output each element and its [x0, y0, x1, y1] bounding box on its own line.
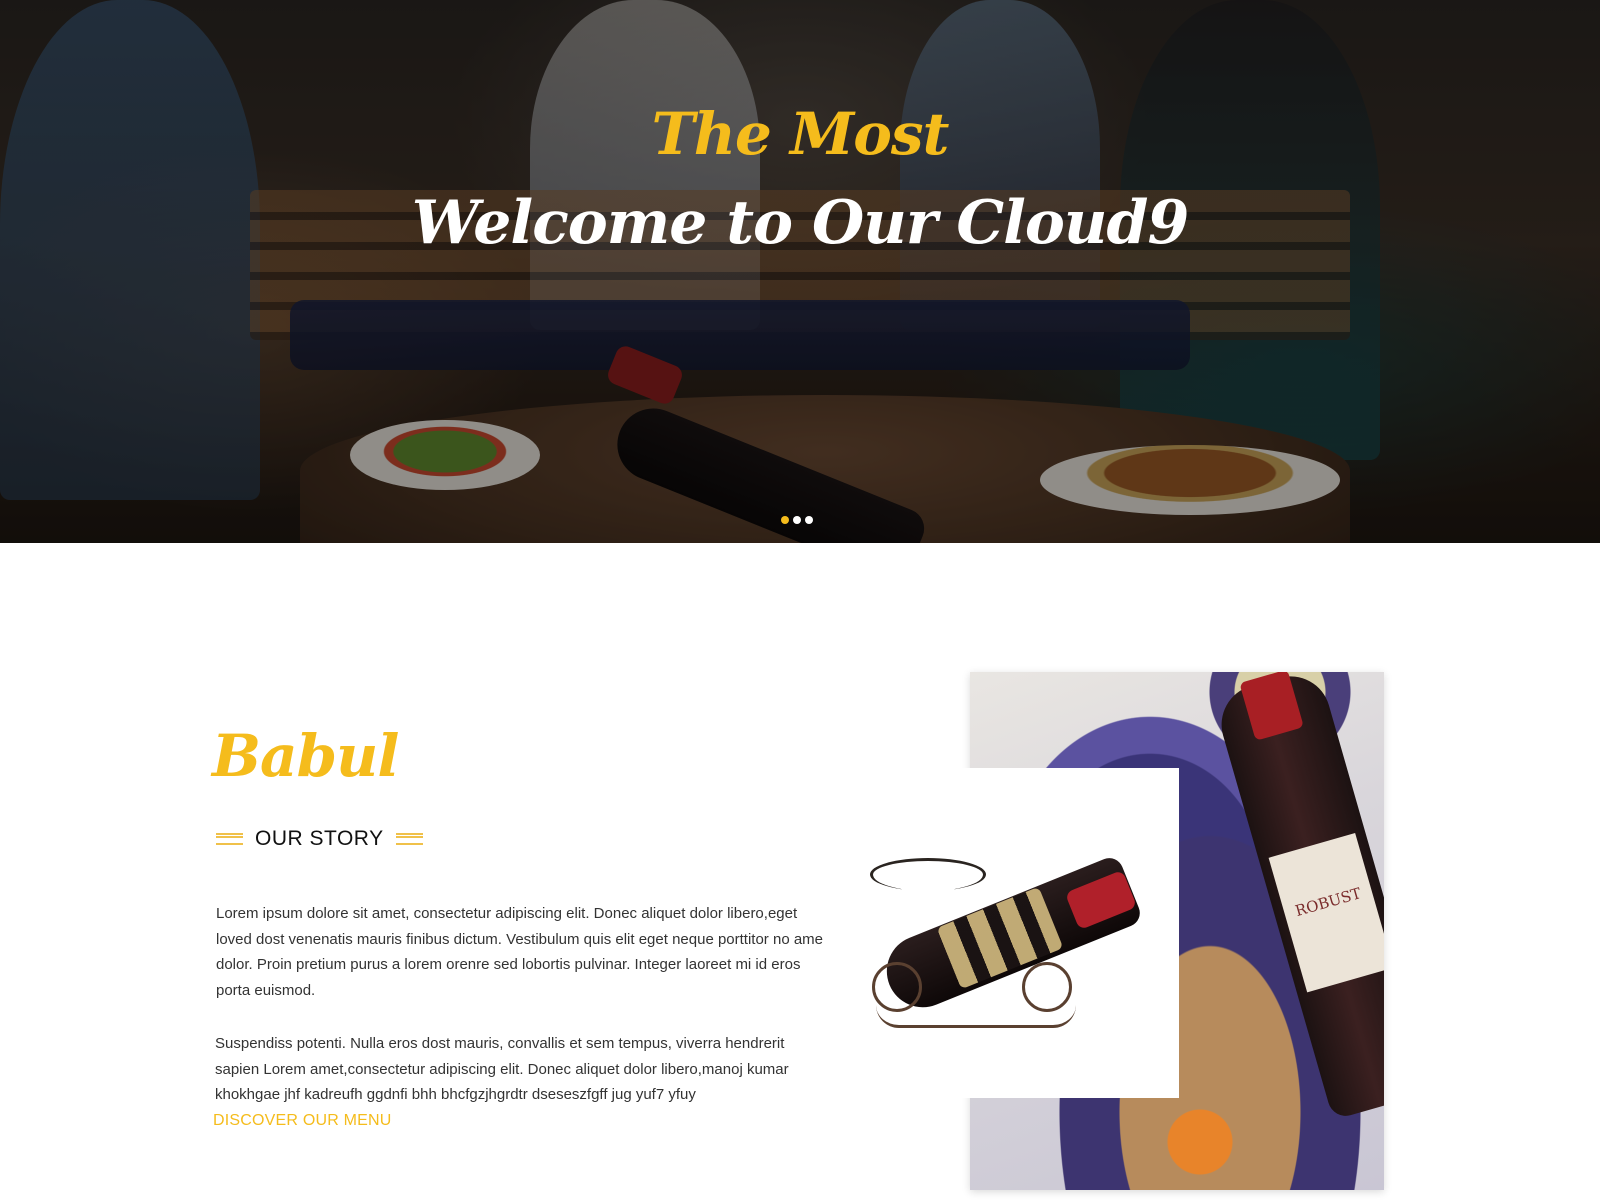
hero-title-top: The Most [651, 100, 950, 168]
story-heading-text: OUR STORY [255, 827, 384, 850]
slider-dot-1[interactable] [781, 516, 789, 524]
wine-rack-coil [870, 858, 986, 891]
hero-dark-overlay [0, 0, 1600, 543]
discover-menu-link[interactable]: DISCOVER OUR MENU [213, 1112, 392, 1130]
story-heading: OUR STORY [216, 825, 423, 853]
wine-label-text: ROBUST [1293, 884, 1364, 921]
brand-title: Babul [212, 722, 399, 790]
wine-bottle-image: ROBUST [1212, 672, 1384, 1121]
heading-decoration-left [216, 833, 243, 845]
hero-slider: The Most Welcome to Our Cloud9 [0, 0, 1600, 543]
wine-bottle-label: ROBUST [1268, 833, 1384, 993]
slider-dot-3[interactable] [805, 516, 813, 524]
heading-decoration-right [395, 833, 423, 845]
wine-bottle-cap [1239, 672, 1304, 741]
hero-title-main: Welcome to Our Cloud9 [411, 188, 1189, 258]
wine-rack-base [876, 1005, 1076, 1028]
story-paragraph-2: Suspendiss potenti. Nulla eros dost maur… [215, 1035, 789, 1103]
story-paragraph-1: Lorem ipsum dolore sit amet, consectetur… [216, 905, 824, 999]
slider-dot-2[interactable] [793, 516, 801, 524]
slider-dots [781, 516, 813, 524]
